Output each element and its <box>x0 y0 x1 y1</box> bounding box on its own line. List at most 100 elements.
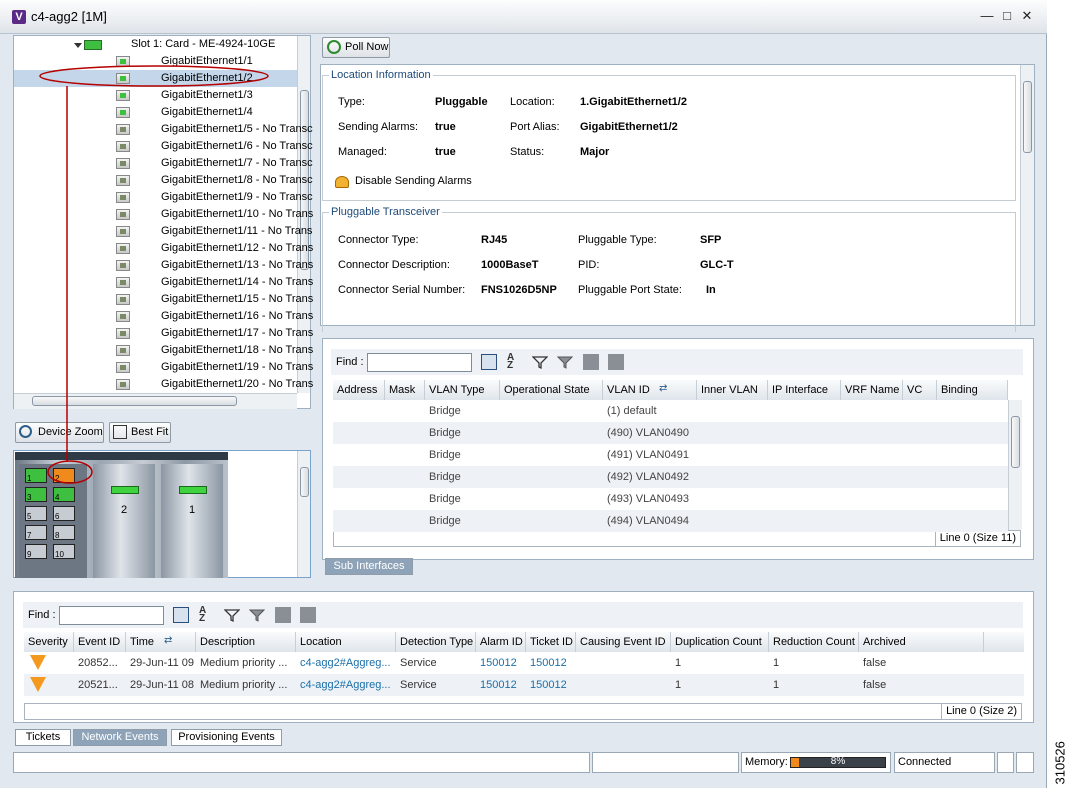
events-column-header[interactable]: Archived <box>859 632 984 652</box>
events-table-row[interactable]: 20521... 29-Jun-11 08:52:26 Medium priorit… <box>24 674 1024 696</box>
events-column-header[interactable]: Event ID <box>74 632 126 652</box>
tab-provisioning-events[interactable]: Provisioning Events <box>171 729 282 746</box>
subif-sort-icon[interactable]: AZ <box>507 353 523 371</box>
events-column-header[interactable]: Location <box>296 632 396 652</box>
subif-column-header[interactable]: Operational State <box>500 380 603 400</box>
events-find-input[interactable] <box>59 606 164 625</box>
events-table-row[interactable]: 20852... 29-Jun-11 09:19:26 Medium priorit… <box>24 652 1024 674</box>
events-cell-location[interactable]: c4-agg2#Aggreg... <box>300 674 394 696</box>
tree-highlight-ellipse <box>39 65 269 87</box>
events-cell-detection: Service <box>400 679 437 691</box>
connector-description-value: 1000BaseT <box>481 259 539 271</box>
device-port-number: 6 <box>55 512 60 521</box>
side-label-text: 310526 <box>1052 741 1068 785</box>
connector-type-label: Connector Type: <box>338 234 419 246</box>
subif-vlan-id: (494) VLAN0494 <box>607 515 689 527</box>
port-state-value: In <box>706 284 716 296</box>
events-column-header[interactable]: Severity <box>24 632 74 652</box>
subif-vlan-type: Bridge <box>429 405 461 417</box>
events-export-icon[interactable] <box>275 607 291 623</box>
poll-now-button[interactable]: Poll Now <box>322 37 390 58</box>
maximize-icon[interactable]: □ <box>1000 9 1014 23</box>
tab-sub-interfaces[interactable]: Sub Interfaces <box>325 558 413 575</box>
location-info-title: Location Information <box>329 69 433 81</box>
subif-column-header[interactable]: VC <box>903 380 937 400</box>
memory-percent-text: 8% <box>830 756 846 767</box>
status-value: Major <box>580 146 610 158</box>
events-cell-alarm-id[interactable]: 150012 <box>480 674 524 696</box>
events-column-header[interactable]: Description <box>196 632 296 652</box>
events-cell-description: Medium priority ... <box>200 657 288 669</box>
subif-table-row[interactable]: Bridge (490) VLAN0490 <box>333 422 1008 444</box>
events-toolbar: Find : AZ <box>23 602 1023 628</box>
minimize-icon[interactable]: — <box>980 9 994 23</box>
subif-column-header[interactable]: Inner VLAN <box>697 380 768 400</box>
subif-print-icon[interactable] <box>608 354 624 370</box>
subif-column-header[interactable]: VLAN Type <box>425 380 500 400</box>
connector-serial-label: Connector Serial Number: <box>338 284 466 296</box>
device-port[interactable]: 5 <box>25 506 47 521</box>
subif-vlan-id: (491) VLAN0491 <box>607 449 689 461</box>
subif-table-row[interactable]: Bridge (493) VLAN0493 <box>333 488 1008 510</box>
device-port-number: 9 <box>27 550 32 559</box>
location-value: 1.GigabitEthernet1/2 <box>580 96 687 108</box>
events-cell-alarm-id[interactable]: 150012 <box>480 652 524 674</box>
subif-column-header[interactable]: Mask <box>385 380 425 400</box>
subif-table-properties-icon[interactable] <box>481 354 497 370</box>
subif-column-header[interactable]: Address <box>333 380 385 400</box>
device-port[interactable]: 10 <box>53 544 75 559</box>
events-cell-dup: 1 <box>675 679 682 691</box>
subif-column-header[interactable]: Binding <box>937 380 1008 400</box>
subif-table-row[interactable]: Bridge (492) VLAN0492 <box>333 466 1008 488</box>
tab-tickets[interactable]: Tickets <box>15 729 71 746</box>
subif-scroll-thumb[interactable] <box>1011 416 1020 468</box>
close-icon[interactable]: ✕ <box>1020 9 1034 23</box>
events-filter-icon[interactable] <box>223 607 241 623</box>
events-table-properties-icon[interactable] <box>173 607 189 623</box>
device-port[interactable]: 9 <box>25 544 47 559</box>
events-cell-red: 1 <box>773 679 780 691</box>
events-cell-time: 29-Jun-11 08:52:26 <box>130 679 194 691</box>
properties-panel: Location Information Type: Pluggable Sen… <box>320 64 1035 332</box>
events-column-header[interactable]: Detection Type <box>396 632 476 652</box>
events-column-header[interactable]: Duplication Count <box>671 632 769 652</box>
events-advanced-filter-icon[interactable] <box>248 607 266 623</box>
subif-advanced-filter-icon[interactable] <box>556 354 574 370</box>
events-column-header[interactable]: Reduction Count <box>769 632 859 652</box>
events-cell-ticket-id[interactable]: 150012 <box>530 674 574 696</box>
events-cell-ticket-id[interactable]: 150012 <box>530 652 574 674</box>
subif-vertical-scrollbar[interactable] <box>1008 400 1022 530</box>
subif-footer-count: Line 0 (Size 11) <box>934 531 1020 546</box>
subif-column-header[interactable]: VRF Name <box>841 380 903 400</box>
status-extra-1 <box>997 752 1014 773</box>
events-print-icon[interactable] <box>300 607 316 623</box>
tab-network-events[interactable]: Network Events <box>73 729 167 746</box>
subif-vlan-id: (490) VLAN0490 <box>607 427 689 439</box>
device-port[interactable]: 8 <box>53 525 75 540</box>
subif-column-header[interactable]: IP Interface <box>768 380 841 400</box>
subif-table-row[interactable]: Bridge (1) default <box>333 400 1008 422</box>
subif-export-icon[interactable] <box>583 354 599 370</box>
properties-scroll-thumb[interactable] <box>1023 81 1032 153</box>
properties-vertical-scrollbar[interactable] <box>1020 65 1034 325</box>
events-sort-icon[interactable]: AZ <box>199 606 215 624</box>
events-column-header[interactable]: Alarm ID <box>476 632 526 652</box>
subif-vlan-type: Bridge <box>429 427 461 439</box>
subif-find-input[interactable] <box>367 353 472 372</box>
events-cell-event-id: 20852... <box>78 657 118 669</box>
events-cell-location[interactable]: c4-agg2#Aggreg... <box>300 652 394 674</box>
port-alias-value: GigabitEthernet1/2 <box>580 121 678 133</box>
subif-table-row[interactable]: Bridge (494) VLAN0494 <box>333 510 1008 532</box>
subif-filter-icon[interactable] <box>531 354 549 370</box>
events-panel: Find : AZ Severity Event ID Time Descriptio… <box>13 591 1034 723</box>
events-cell-archived: false <box>863 679 887 691</box>
events-column-header[interactable]: Ticket ID <box>526 632 576 652</box>
subif-column-header[interactable]: VLAN ID <box>603 380 697 400</box>
subif-status-row: Line 0 (Size 11) <box>333 530 1021 547</box>
subif-table-row[interactable]: Bridge (491) VLAN0491 <box>333 444 1008 466</box>
events-column-header[interactable]: Time <box>126 632 196 652</box>
subif-toolbar: Find : AZ <box>331 349 1023 375</box>
events-column-header[interactable]: Causing Event ID <box>576 632 671 652</box>
device-port[interactable]: 6 <box>53 506 75 521</box>
device-port[interactable]: 7 <box>25 525 47 540</box>
